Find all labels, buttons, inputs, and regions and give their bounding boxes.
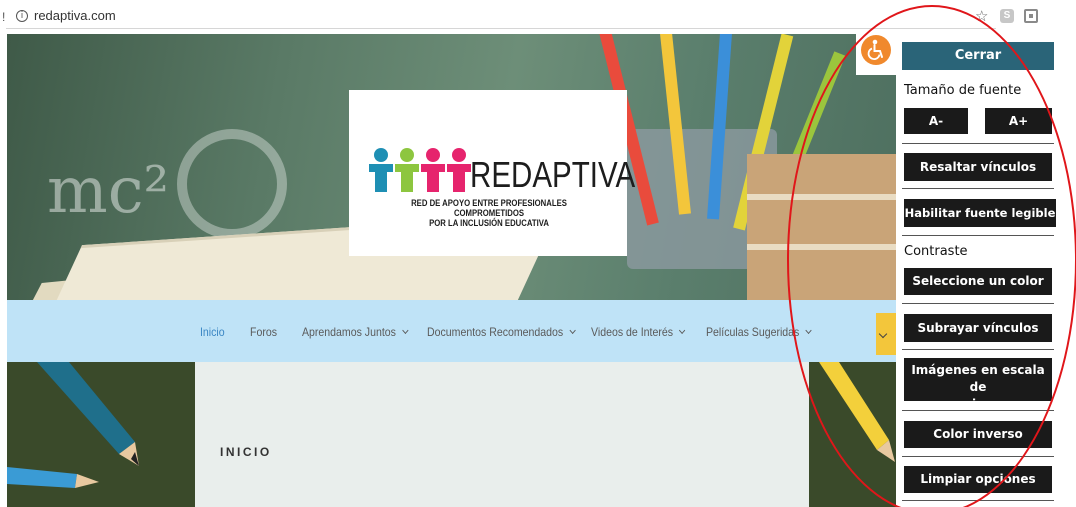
nav-item-documentos-recomendados[interactable]: Documentos Recomendados bbox=[427, 325, 576, 339]
nav-item-inicio[interactable]: Inicio bbox=[200, 325, 225, 339]
chevron-down-icon bbox=[679, 326, 686, 335]
chalkboard-drawing bbox=[177, 129, 287, 239]
logo-tagline: RED DE APOYO ENTRE PROFESIONALES COMPROM… bbox=[388, 198, 591, 228]
address-bar-edge: ! bbox=[2, 10, 6, 24]
nav-item-foros[interactable]: Foros bbox=[250, 325, 277, 339]
info-icon[interactable]: i bbox=[16, 10, 28, 22]
chevron-down-icon bbox=[402, 326, 409, 335]
nav-item-label: Películas Sugeridas bbox=[706, 325, 800, 339]
url-text[interactable]: redaptiva.com bbox=[34, 8, 116, 23]
nav-item-aprendamos-juntos[interactable]: Aprendamos Juntos bbox=[302, 325, 409, 339]
logo-wordmark: REDAPTIVA bbox=[470, 154, 636, 195]
chalkboard-writing: mc² bbox=[47, 154, 170, 228]
decorative-pencils-left bbox=[7, 362, 195, 507]
extension-icon[interactable]: S bbox=[1000, 9, 1014, 23]
nav-item-label: Documentos Recomendados bbox=[427, 325, 564, 339]
pencils-illustration bbox=[7, 362, 139, 488]
extension-icon[interactable] bbox=[1024, 9, 1038, 23]
logo-tagline-line: POR LA INCLUSIÓN EDUCATIVA bbox=[429, 218, 549, 228]
logo-tagline-line: RED DE APOYO ENTRE PROFESIONALES COMPROM… bbox=[411, 198, 567, 218]
annotation-ellipse bbox=[787, 5, 1076, 507]
nav-item-label: Aprendamos Juntos bbox=[302, 325, 396, 339]
hero-banner: mc² REDAPTIVA RED DE APOYO ENTRE PROFESI… bbox=[7, 34, 896, 300]
site-logo[interactable]: REDAPTIVA RED DE APOYO ENTRE PROFESIONAL… bbox=[349, 90, 635, 256]
logo-people-icon bbox=[369, 148, 471, 192]
page-title: INICIO bbox=[220, 445, 272, 459]
chevron-down-icon bbox=[569, 326, 576, 335]
address-bar-divider bbox=[6, 28, 996, 29]
nav-item-label: Videos de Interés bbox=[591, 325, 674, 339]
main-navigation: Inicio Foros Aprendamos Juntos Documento… bbox=[7, 300, 903, 362]
main-content-panel: INICIO bbox=[195, 362, 809, 507]
nav-item-videos-de-interes[interactable]: Videos de Interés bbox=[591, 325, 686, 339]
